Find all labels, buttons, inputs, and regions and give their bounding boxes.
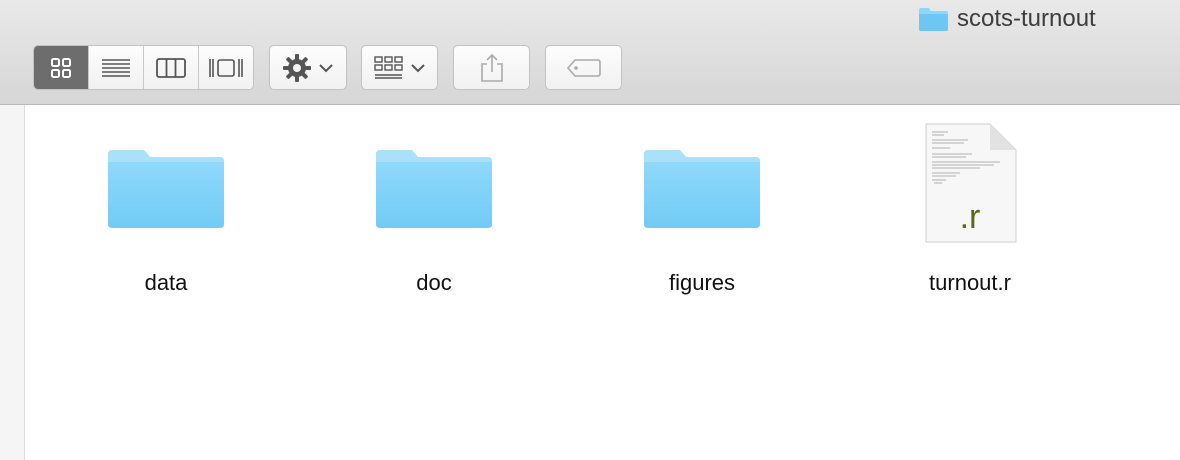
sidebar-divider[interactable] [24,105,25,460]
file-item-figures[interactable]: figures [592,118,812,298]
tag-button[interactable] [545,45,622,90]
chevron-down-icon [410,63,425,72]
file-item-turnout-r[interactable]: .r turnout.r [860,118,1080,298]
icon-view-button[interactable] [34,46,89,89]
finder-toolbar: scots-turnout [0,0,1180,105]
column-view-button[interactable] [144,46,199,89]
cover-flow-view-button[interactable] [199,46,253,89]
file-item-data[interactable]: data [56,118,276,298]
file-item-doc[interactable]: doc [324,118,544,298]
view-mode-selector[interactable] [33,45,254,90]
sidebar [0,105,24,460]
share-icon [480,53,503,82]
column-view-icon [156,57,186,78]
file-name-label: doc [416,270,452,295]
folder-icon [640,118,764,246]
folder-icon [372,118,496,246]
folder-icon [104,118,228,246]
folder-icon [919,8,948,31]
cover-flow-view-icon [209,58,243,77]
list-view-icon [102,58,130,77]
arrange-button[interactable] [361,45,438,90]
window-title-text: scots-turnout [957,5,1096,32]
icon-view-icon [51,57,71,78]
arrange-grid-icon [373,55,403,79]
window-title: scots-turnout [918,4,1096,34]
file-name-label: turnout.r [929,270,1011,295]
tag-icon [566,58,601,77]
share-button[interactable] [453,45,530,90]
file-name-label: data [144,270,188,295]
chevron-down-icon [319,63,333,72]
file-extension-badge: .r [959,197,981,236]
gear-icon [283,53,311,82]
list-view-button[interactable] [89,46,144,89]
action-button[interactable] [269,45,347,90]
r-script-document-icon: .r [908,118,1032,246]
file-name-label: figures [668,270,736,295]
